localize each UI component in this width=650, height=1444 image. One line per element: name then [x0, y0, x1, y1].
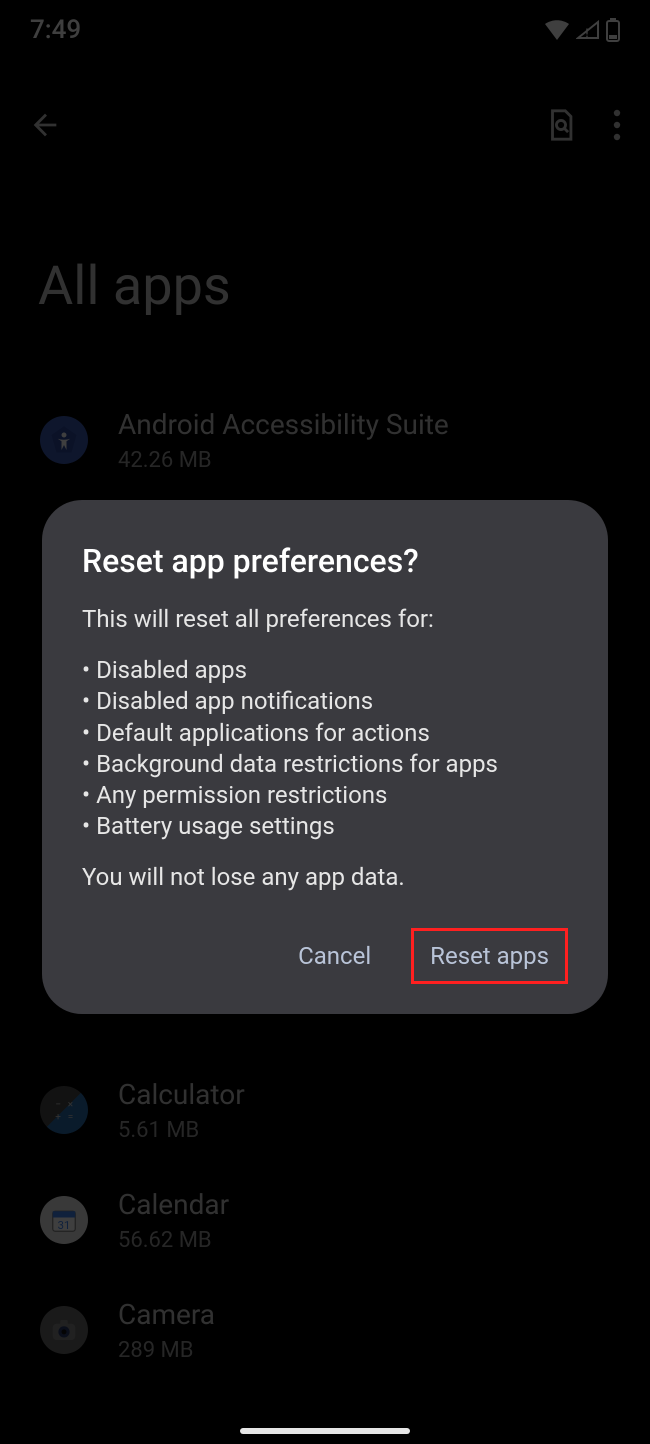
dialog-actions: Cancel Reset apps — [82, 928, 568, 984]
reset-apps-button[interactable]: Reset apps — [411, 928, 568, 984]
dialog-item: Battery usage settings — [82, 811, 568, 842]
cancel-button[interactable]: Cancel — [280, 928, 389, 984]
dialog-body: This will reset all preferences for: Dis… — [82, 604, 568, 894]
reset-preferences-dialog: Reset app preferences? This will reset a… — [42, 500, 608, 1014]
dialog-item: Any permission restrictions — [82, 780, 568, 811]
dialog-intro: This will reset all preferences for: — [82, 604, 568, 635]
dialog-item: Disabled app notifications — [82, 686, 568, 717]
dialog-list: Disabled apps Disabled app notifications… — [82, 655, 568, 842]
dialog-title: Reset app preferences? — [82, 542, 568, 580]
dialog-item: Background data restrictions for apps — [82, 749, 568, 780]
nav-handle[interactable] — [240, 1428, 410, 1434]
dialog-item: Disabled apps — [82, 655, 568, 686]
dialog-footer: You will not lose any app data. — [82, 862, 568, 893]
dialog-item: Default applications for actions — [82, 718, 568, 749]
